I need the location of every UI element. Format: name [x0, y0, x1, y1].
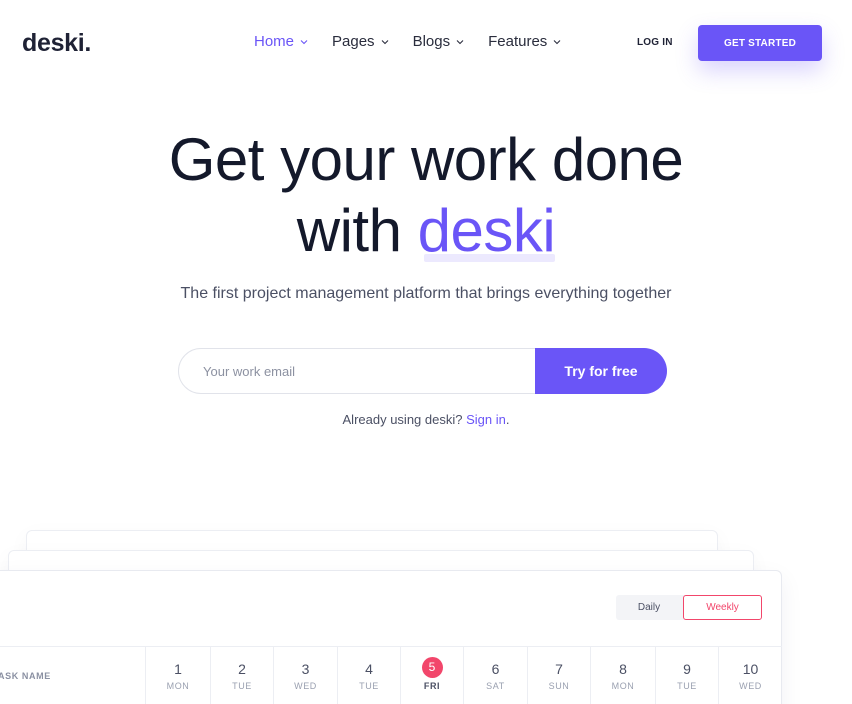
hero-title-prefix: with	[296, 197, 402, 264]
day-columns: 1 MON 2 TUE 3 WED 4 TUE 5 FRI 6 SAT 7 SU…	[145, 647, 782, 704]
nav-item-home[interactable]: Home	[254, 33, 308, 50]
day-number: 3	[301, 661, 310, 677]
day-name: MON	[166, 681, 190, 691]
daily-toggle-button[interactable]: Daily	[616, 595, 682, 620]
hero-title: Get your work done with deski	[0, 124, 852, 266]
try-for-free-button[interactable]: Try for free	[535, 348, 667, 394]
get-started-button[interactable]: GET STARTED	[698, 25, 822, 61]
nav-item-pages[interactable]: Pages	[332, 33, 389, 50]
day-column[interactable]: 10 WED	[718, 647, 782, 704]
sign-in-period: .	[505, 412, 510, 427]
day-number: 9	[683, 661, 691, 677]
signup-form: Try for free	[178, 348, 667, 394]
day-column[interactable]: 9 TUE	[655, 647, 718, 704]
hero-title-accent: deski	[417, 197, 556, 264]
day-name: TUE	[677, 681, 697, 691]
day-name: FRI	[423, 681, 441, 691]
day-column[interactable]: 1 MON	[145, 647, 210, 704]
day-number: 8	[619, 661, 627, 677]
nav-item-label: Features	[488, 33, 548, 50]
day-column[interactable]: 8 MON	[590, 647, 655, 704]
day-name: MON	[611, 681, 635, 691]
day-column[interactable]: 4 TUE	[337, 647, 400, 704]
already-text: Already using deski?	[342, 412, 463, 427]
task-name-header: ASK NAME	[0, 671, 51, 681]
nav-item-label: Blogs	[412, 33, 451, 50]
weekly-toggle-button[interactable]: Weekly	[683, 595, 762, 620]
day-name: TUE	[232, 681, 252, 691]
login-link[interactable]: LOG IN	[637, 37, 673, 48]
logo[interactable]: deski.	[22, 29, 91, 58]
nav-item-features[interactable]: Features	[488, 33, 561, 50]
sign-in-link[interactable]: Sign in	[466, 412, 506, 427]
day-column-today[interactable]: 5 FRI	[400, 647, 463, 704]
day-name: TUE	[359, 681, 379, 691]
hero-title-line1: Get your work done	[168, 126, 684, 193]
day-number: 6	[491, 661, 500, 677]
hero-subtitle: The first project management platform th…	[180, 285, 672, 302]
day-name: SAT	[486, 681, 505, 691]
day-number: 1	[174, 661, 182, 677]
chevron-down-icon	[553, 38, 561, 46]
chevron-down-icon	[300, 38, 308, 46]
day-number: 7	[555, 661, 563, 677]
nav-item-blogs[interactable]: Blogs	[413, 33, 465, 50]
main-nav: Home Pages Blogs Features	[254, 33, 585, 50]
chevron-down-icon	[456, 38, 464, 46]
day-column[interactable]: 2 TUE	[210, 647, 273, 704]
day-column[interactable]: 6 SAT	[463, 647, 527, 704]
day-number: 2	[238, 661, 246, 677]
view-toggle: Daily Weekly	[616, 595, 762, 620]
chevron-down-icon	[381, 38, 389, 46]
day-name: WED	[739, 681, 762, 691]
email-input[interactable]	[180, 350, 530, 392]
day-number: 4	[365, 661, 373, 677]
day-name: WED	[294, 681, 317, 691]
day-number: 10	[742, 661, 759, 677]
day-column[interactable]: 3 WED	[273, 647, 337, 704]
nav-item-label: Pages	[332, 33, 375, 50]
day-column[interactable]: 7 SUN	[527, 647, 590, 704]
nav-item-label: Home	[254, 33, 295, 50]
day-number-today: 5	[421, 657, 443, 678]
sign-in-prompt: Already using deski? Sign in.	[0, 412, 852, 427]
day-name: SUN	[548, 681, 570, 691]
